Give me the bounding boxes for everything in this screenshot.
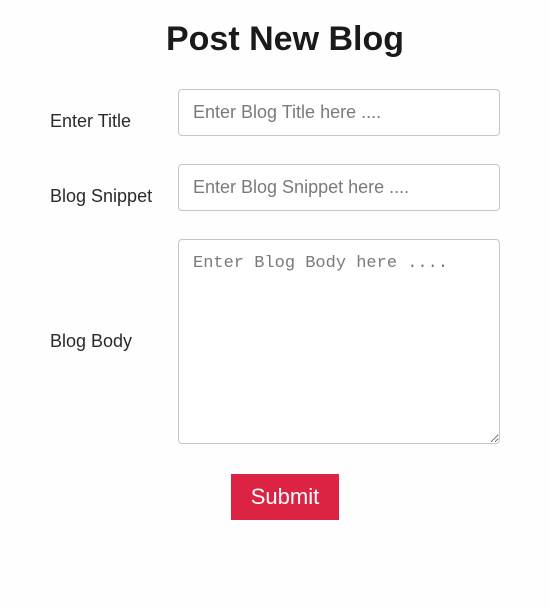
title-input[interactable] bbox=[178, 89, 500, 136]
snippet-row: Blog Snippet bbox=[50, 164, 500, 211]
title-row: Enter Title bbox=[50, 89, 500, 136]
page-title: Post New Blog bbox=[70, 20, 500, 59]
body-row: Blog Body bbox=[50, 239, 500, 444]
snippet-input[interactable] bbox=[178, 164, 500, 211]
title-label: Enter Title bbox=[50, 111, 160, 136]
snippet-label: Blog Snippet bbox=[50, 186, 160, 211]
body-label: Blog Body bbox=[50, 331, 160, 352]
body-textarea[interactable] bbox=[178, 239, 500, 444]
submit-button[interactable]: Submit bbox=[231, 474, 339, 520]
submit-row: Submit bbox=[70, 474, 500, 520]
